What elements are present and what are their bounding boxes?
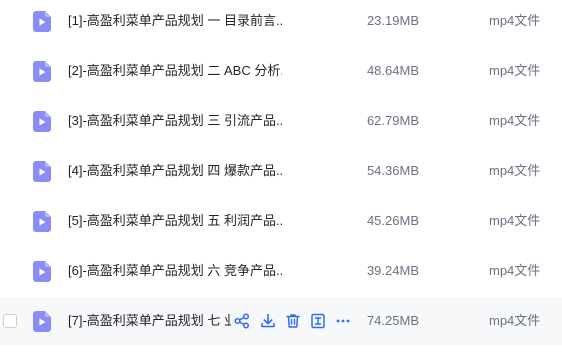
video-file-icon — [33, 311, 51, 332]
file-name[interactable]: [2]-高盈利菜单产品规划 二 ABC 分析.... — [68, 62, 282, 80]
file-type: mp4文件 — [489, 13, 541, 28]
download-icon[interactable] — [259, 312, 277, 330]
file-name[interactable]: [6]-高盈利菜单产品规划 六 竞争产品.... — [68, 262, 282, 280]
file-size: 54.36MB — [366, 163, 419, 178]
file-row[interactable]: [6]-高盈利菜单产品规划 六 竞争产品.... 39.24MB mp4文件 — [0, 247, 562, 295]
share-icon[interactable] — [233, 312, 251, 330]
delete-icon[interactable] — [284, 312, 302, 330]
file-size: 48.64MB — [366, 63, 419, 78]
file-type: mp4文件 — [489, 313, 541, 328]
file-type: mp4文件 — [489, 163, 541, 178]
file-row[interactable]: [5]-高盈利菜单产品规划 五 利润产品.... 45.26MB mp4文件 — [0, 197, 562, 245]
file-type: mp4文件 — [489, 213, 541, 228]
video-file-icon — [33, 161, 51, 182]
video-file-icon — [33, 211, 51, 232]
file-row[interactable]: [3]-高盈利菜单产品规划 三 引流产品.... 62.79MB mp4文件 — [0, 97, 562, 145]
file-name[interactable]: [5]-高盈利菜单产品规划 五 利润产品.... — [68, 212, 282, 230]
video-file-icon — [33, 261, 51, 282]
file-row[interactable]: [2]-高盈利菜单产品规划 二 ABC 分析.... 48.64MB mp4文件 — [0, 47, 562, 95]
file-type: mp4文件 — [489, 263, 541, 278]
video-file-icon — [33, 11, 51, 32]
video-file-icon — [33, 61, 51, 82]
file-type: mp4文件 — [489, 63, 541, 78]
file-size: 39.24MB — [366, 263, 419, 278]
row-checkbox[interactable] — [3, 314, 17, 328]
file-row-hovered[interactable]: [7]-高盈利菜单产品规划 七 业绩 — [0, 297, 562, 345]
file-size: 74.25MB — [366, 313, 419, 328]
file-row[interactable]: [4]-高盈利菜单产品规划 四 爆款产品.... 54.36MB mp4文件 — [0, 147, 562, 195]
file-list: [1]-高盈利菜单产品规划 一 目录前言.... 23.19MB mp4文件 [… — [0, 0, 562, 352]
file-size: 62.79MB — [366, 113, 419, 128]
video-file-icon — [33, 111, 51, 132]
file-row[interactable]: [1]-高盈利菜单产品规划 一 目录前言.... 23.19MB mp4文件 — [0, 0, 562, 45]
file-name[interactable]: [7]-高盈利菜单产品规划 七 业绩 — [68, 312, 231, 330]
file-type: mp4文件 — [489, 113, 541, 128]
open-icon[interactable] — [309, 312, 327, 330]
file-name[interactable]: [4]-高盈利菜单产品规划 四 爆款产品.... — [68, 162, 282, 180]
file-name[interactable]: [3]-高盈利菜单产品规划 三 引流产品.... — [68, 112, 282, 130]
file-size: 45.26MB — [366, 213, 419, 228]
more-icon[interactable] — [334, 312, 352, 330]
file-name[interactable]: [1]-高盈利菜单产品规划 一 目录前言.... — [68, 12, 282, 30]
file-size: 23.19MB — [366, 13, 419, 28]
